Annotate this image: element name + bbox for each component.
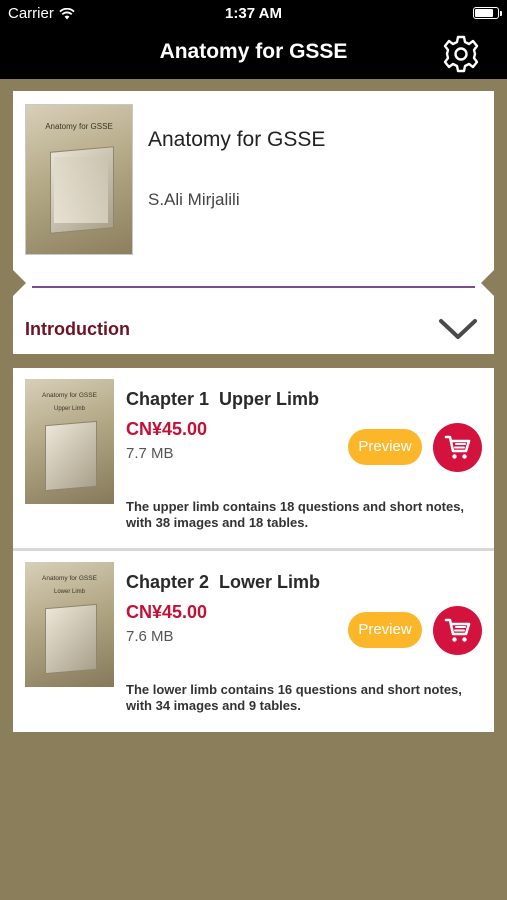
preview-button[interactable]: Preview (348, 429, 422, 465)
book-cover-title: Anatomy for GSSE (45, 122, 113, 131)
chapter-cover: Anatomy for GSSE Upper Limb (25, 379, 114, 504)
cart-icon (444, 435, 471, 459)
preview-button[interactable]: Preview (348, 612, 422, 648)
chapter-cover: Anatomy for GSSE Lower Limb (25, 562, 114, 687)
chapter-cover-subtitle: Upper Limb (53, 406, 85, 412)
book-cover: Anatomy for GSSE (25, 104, 133, 255)
cover-artwork (45, 420, 97, 492)
chapter-title: Chapter 2 Lower Limb (126, 572, 321, 592)
book-card: Anatomy for GSSE Anatomy for GSSE S.Ali … (12, 91, 495, 354)
clock: 1:37 AM (225, 5, 282, 22)
navigation-bar: Anatomy for GSSE (0, 28, 507, 79)
chapter-size: 7.7 MB (126, 445, 174, 462)
gear-icon[interactable] (441, 34, 481, 74)
introduction-label: Introduction (25, 319, 130, 339)
chevron-down-icon[interactable] (438, 318, 478, 340)
introduction-toggle[interactable]: Introduction (13, 288, 494, 354)
chapter-description: The lower limb contains 16 questions and… (126, 682, 462, 713)
page-title: Anatomy for GSSE (159, 40, 348, 63)
chapter-size: 7.6 MB (126, 628, 174, 645)
chapter-description: The upper limb contains 18 questions and… (126, 499, 465, 530)
cover-artwork (45, 603, 97, 675)
add-to-cart-button[interactable] (433, 606, 482, 655)
chapter-cover-title: Anatomy for GSSE (42, 575, 97, 582)
chapter-cover-subtitle: Lower Limb (53, 589, 85, 595)
battery-icon (473, 7, 502, 19)
book-author: S.Ali Mirjalili (148, 190, 240, 209)
chapter-item[interactable]: Anatomy for GSSE Lower Limb Chapter 2 Lo… (13, 551, 494, 732)
chapter-title: Chapter 1 Upper Limb (126, 389, 320, 409)
status-bar: Carrier 1:37 AM (0, 0, 507, 28)
battery-fill (475, 9, 493, 17)
book-title: Anatomy for GSSE (148, 128, 326, 151)
chapter-price: CN¥45.00 (126, 419, 208, 439)
cart-icon (444, 618, 471, 642)
chapter-price: CN¥45.00 (126, 602, 208, 622)
chapter-cover-title: Anatomy for GSSE (42, 392, 97, 399)
chapter-item[interactable]: Anatomy for GSSE Upper Limb Chapter 1 Up… (13, 368, 494, 548)
cover-artwork-highlight (54, 157, 108, 223)
add-to-cart-button[interactable] (433, 423, 482, 472)
